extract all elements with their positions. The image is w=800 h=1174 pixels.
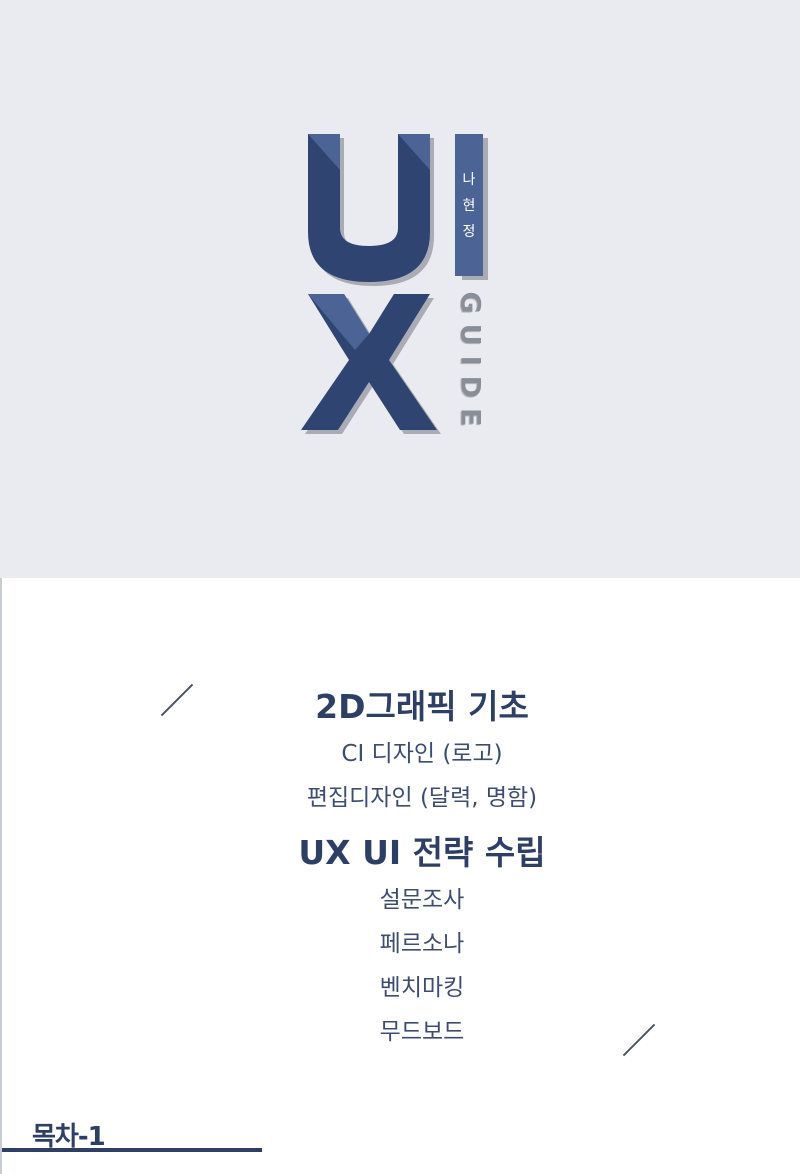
toc-section-heading: UX UI 전략 수립: [298, 833, 546, 872]
author-char: 정: [462, 224, 476, 240]
toc-item: 벤치마킹: [379, 975, 465, 1001]
cover-section: 나 현 정 GUIDE: [0, 0, 800, 578]
toc-item: 편집디자인 (달력, 명함): [306, 785, 538, 811]
toc-spacer: [202, 820, 642, 828]
author-char: 현: [462, 198, 476, 214]
toc-item: 페르소나: [379, 931, 465, 957]
toc-section-heading: 2D그래픽 기초: [315, 687, 529, 726]
ui-ux-logo: [301, 134, 488, 434]
author-char: 나: [462, 172, 476, 188]
table-of-contents-page: 2D그래픽 기초 CI 디자인 (로고) 편집디자인 (달력, 명함) UX U…: [0, 578, 800, 1174]
logo-u: [308, 134, 430, 282]
toc-label-underline: [2, 1148, 262, 1152]
toc-item: 설문조사: [379, 887, 465, 913]
logo-x: [301, 294, 437, 430]
toc-item: CI 디자인 (로고): [341, 741, 503, 767]
decorative-slash: [160, 683, 194, 717]
guide-label: GUIDE: [454, 291, 486, 437]
toc-item: 무드보드: [379, 1019, 465, 1045]
author-name: 나 현 정: [455, 136, 483, 274]
toc-list: 2D그래픽 기초 CI 디자인 (로고) 편집디자인 (달력, 명함) UX U…: [202, 682, 642, 1054]
